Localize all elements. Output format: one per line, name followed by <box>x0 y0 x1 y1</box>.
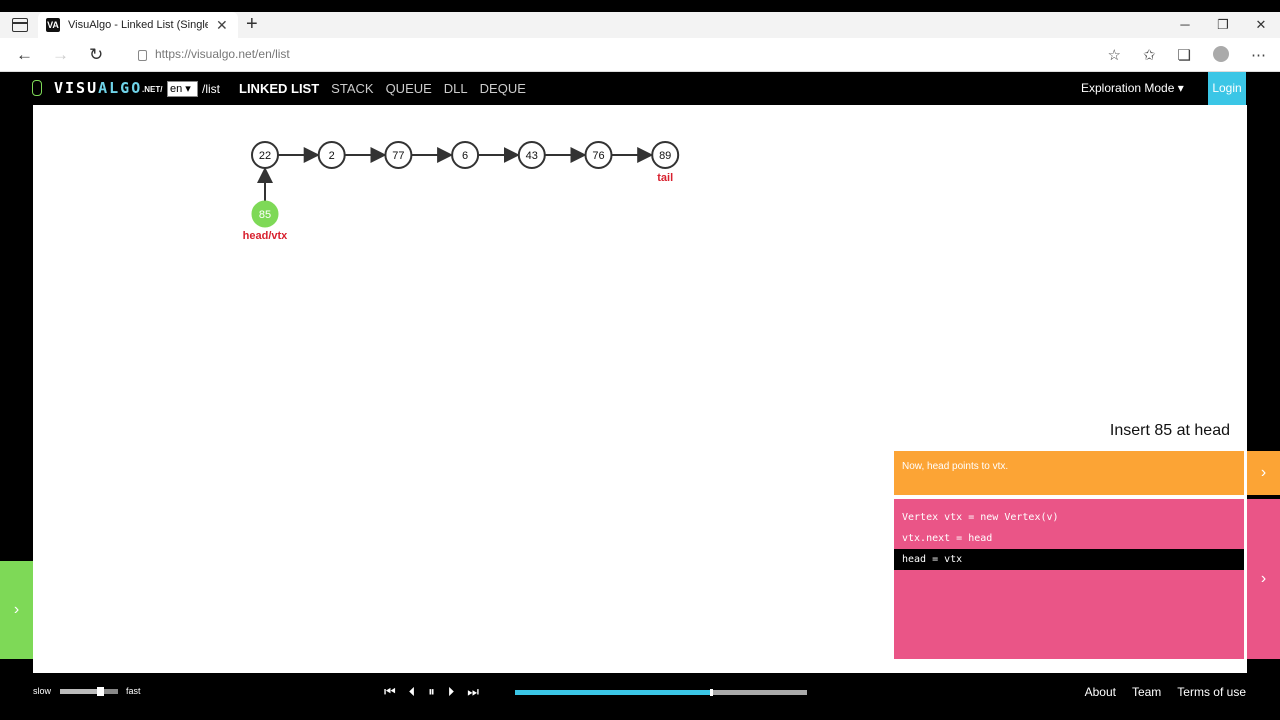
list-node-value: 89 <box>659 150 671 162</box>
language-select[interactable]: en ▾ <box>167 81 198 97</box>
nav-dll[interactable]: DLL <box>444 81 468 96</box>
page-path: /list <box>202 82 220 96</box>
forward-arrow-icon[interactable]: → <box>52 45 69 65</box>
actions-panel-toggle[interactable]: › <box>0 561 33 659</box>
code-line: vtx.next = head <box>902 533 993 544</box>
profile-avatar[interactable] <box>1213 46 1229 62</box>
step-back-icon[interactable]: ⏴ <box>409 684 416 700</box>
window-controls: ─ ❐ ✕ <box>1166 12 1280 38</box>
logo-icon <box>32 80 42 96</box>
logo-net: .NET/ <box>142 85 162 94</box>
new-tab-icon[interactable]: + <box>246 14 258 34</box>
tab-title: VisuAlgo - Linked List (Single, D <box>68 19 208 31</box>
exploration-mode-dropdown[interactable]: Exploration Mode ▾ <box>1081 81 1184 95</box>
url-field[interactable]: https://visualgo.net/en/list <box>138 47 290 61</box>
back-arrow-icon[interactable]: ← <box>16 45 33 65</box>
nav-deque[interactable]: DEQUE <box>480 81 526 96</box>
browser-tab[interactable]: VA VisuAlgo - Linked List (Single, D ✕ <box>38 12 238 38</box>
url-text: https://visualgo.net/en/list <box>155 47 290 61</box>
login-button[interactable]: Login <box>1208 72 1246 105</box>
status-message-panel: Now, head points to vtx. <box>894 451 1244 495</box>
browser-tab-bar: VA VisuAlgo - Linked List (Single, D ✕ +… <box>0 0 1280 38</box>
media-controls: ⏮ ⏴ ⏸ ⏵ ⏭ <box>384 684 479 700</box>
go-to-end-icon[interactable]: ⏭ <box>467 684 479 700</box>
pause-icon[interactable]: ⏸ <box>428 684 435 700</box>
logo-prefix: VISU <box>54 79 99 97</box>
status-panel-toggle[interactable]: › <box>1247 451 1280 495</box>
topic-nav: LINKED LIST STACK QUEUE DLL DEQUE <box>239 81 526 96</box>
minimize-button[interactable]: ─ <box>1166 12 1204 38</box>
speed-slider[interactable] <box>60 687 118 696</box>
tab-close-icon[interactable]: ✕ <box>216 17 228 34</box>
go-to-start-icon[interactable]: ⏮ <box>384 684 396 700</box>
speed-fast-label: fast <box>126 686 141 696</box>
list-node-value: 77 <box>392 150 404 162</box>
tab-actions-icon[interactable] <box>12 18 28 32</box>
logo-suffix: .NET <box>142 85 161 94</box>
list-node-value: 76 <box>592 150 604 162</box>
operation-title: Insert 85 at head <box>1109 422 1230 439</box>
visualization-canvas: 22 2 77 6 43 76 89 tail 85 head/vtx Insert 85 at … <box>33 105 1247 673</box>
pseudocode-panel: Vertex vtx = new Vertex(v) vtx.next = hea… <box>894 499 1244 659</box>
code-line: Vertex vtx = new Vertex(v) <box>902 512 1059 523</box>
add-favorite-icon[interactable]: ☆ <box>1108 46 1121 64</box>
footer-controls: slow fast ⏮ ⏴ ⏸ ⏵ ⏭ About Team Terms of … <box>0 673 1280 720</box>
close-window-button[interactable]: ✕ <box>1242 12 1280 38</box>
nav-queue[interactable]: QUEUE <box>386 81 432 96</box>
progress-thumb[interactable] <box>709 689 713 696</box>
maximize-button[interactable]: ❐ <box>1204 12 1242 38</box>
collections-icon[interactable]: ❏ <box>1178 46 1191 64</box>
more-options-icon[interactable]: ⋯ <box>1251 46 1266 64</box>
site-logo[interactable]: VISUALGO <box>54 79 142 97</box>
new-node-value: 85 <box>259 209 271 221</box>
logo-highlight: ALGO <box>98 79 143 97</box>
status-message: Now, head points to vtx. <box>902 461 1009 472</box>
lock-icon <box>138 49 147 61</box>
speed-slider-fill <box>60 689 101 694</box>
logo-slash: / <box>160 85 163 94</box>
about-link[interactable]: About <box>1085 685 1116 699</box>
visualgo-header: VISUALGO .NET/ en ▾ /list LINKED LIST ST… <box>0 72 1280 105</box>
list-node-value: 22 <box>259 150 271 162</box>
progress-fill <box>515 690 711 695</box>
tail-label: tail <box>657 172 673 184</box>
address-bar: ← → ↻ https://visualgo.net/en/list ☆ ✩ ❏… <box>0 38 1280 72</box>
step-forward-icon[interactable]: ⏵ <box>448 684 455 700</box>
team-link[interactable]: Team <box>1132 685 1161 699</box>
code-panel-toggle[interactable]: › <box>1247 499 1280 659</box>
language-value: en <box>170 83 183 95</box>
speed-slow-label: slow <box>33 686 52 696</box>
nav-stack[interactable]: STACK <box>331 81 373 96</box>
list-node-value: 2 <box>329 150 335 162</box>
animation-progress-bar[interactable] <box>515 689 807 696</box>
list-node-value: 6 <box>462 150 468 162</box>
visualgo-favicon-icon: VA <box>46 18 60 32</box>
code-line: head = vtx <box>894 549 1244 570</box>
favorites-icon[interactable]: ✩ <box>1143 46 1156 64</box>
nav-linked-list[interactable]: LINKED LIST <box>239 81 319 96</box>
speed-slider-thumb[interactable] <box>96 687 104 696</box>
head-vtx-label: head/vtx <box>243 230 289 242</box>
refresh-icon[interactable]: ↻ <box>89 45 103 65</box>
footer-links: About Team Terms of use <box>1085 685 1246 699</box>
terms-link[interactable]: Terms of use <box>1177 685 1246 699</box>
list-node-value: 43 <box>526 150 538 162</box>
browser-toolbar-icons: ☆ ✩ ❏ ⋯ <box>1108 46 1266 64</box>
